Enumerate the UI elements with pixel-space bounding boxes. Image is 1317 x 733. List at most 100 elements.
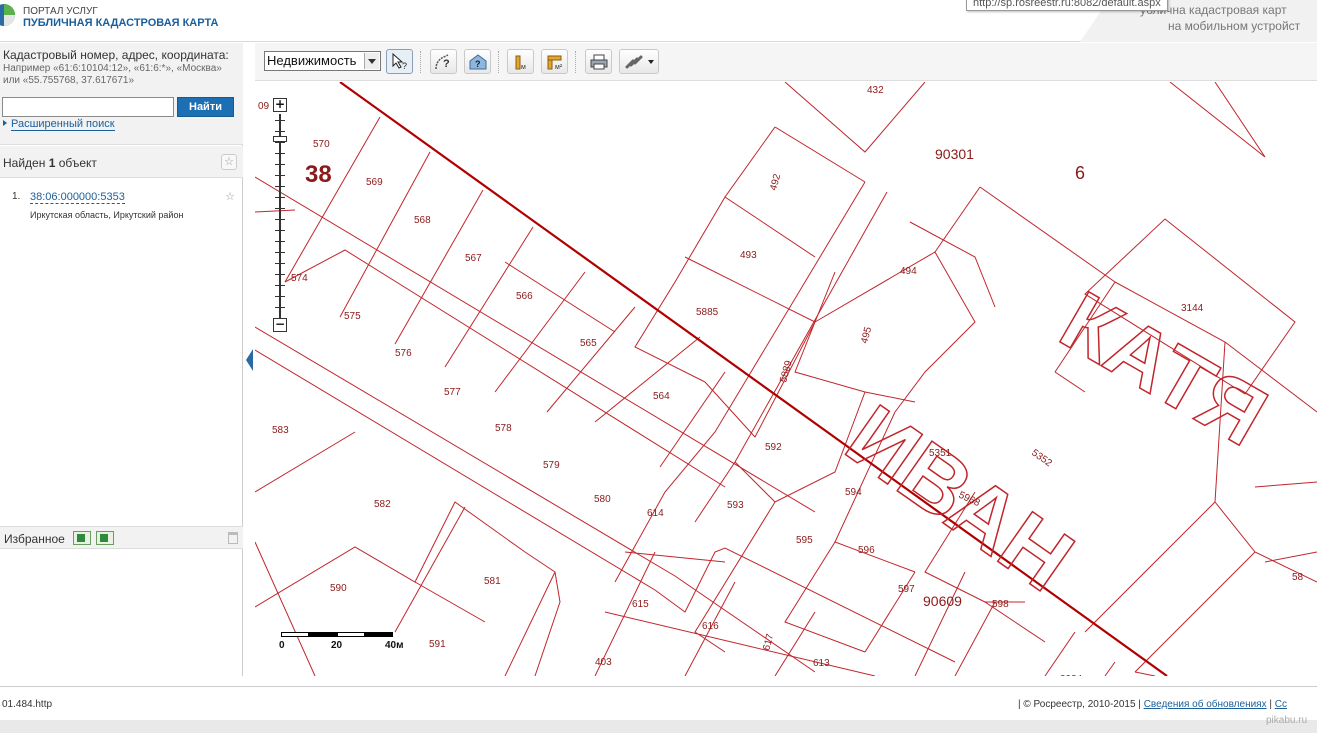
parcel-label: 432 [867,85,884,96]
mobile-banner-line2[interactable]: на мобильном устройст [1168,19,1300,33]
parcel-label: 580 [594,494,611,505]
zoom-in-button[interactable]: + [273,98,287,112]
parcel-label: 576 [395,348,412,359]
footer-status: 01.484.http [2,699,53,710]
zoom-tick [275,230,285,231]
area-ruler-icon: м² [547,55,563,71]
svg-text:м²: м² [555,64,563,71]
zoom-track[interactable] [279,114,281,318]
quarter-label: 90609 [923,593,962,609]
katya-lettering: КАТЯ [1045,272,1283,464]
portal-logo-icon[interactable] [0,3,16,27]
parcel-label: 495 [859,325,874,344]
drawn-text-katya: КАТЯ [1046,273,1282,464]
zoom-tick [275,252,285,253]
zoom-slider[interactable]: + − [271,98,289,334]
toolbar-separator [575,51,576,73]
parcel-label: 590 [330,583,347,594]
zoom-tick [275,219,285,220]
zoom-tick [275,208,285,209]
parcel-label: 566 [516,291,533,302]
parcel-label: 615 [632,599,649,610]
result-cadastral-link[interactable]: 38:06:000000:5353 [30,191,125,204]
parcel-label: 577 [444,387,461,398]
parcel-label: 492 [768,172,783,191]
link-button[interactable] [619,49,659,74]
info-tool-button[interactable]: ? [430,49,457,74]
zoom-tick [275,186,285,187]
zoom-out-button[interactable]: − [273,318,287,332]
cursor-question-icon: ? [392,53,407,71]
identify-button[interactable]: ? [386,49,413,74]
copyright: | © Росреестр, 2010-2015 | [1018,699,1141,710]
parcel-label: 564 [653,391,670,402]
collapse-panel-handle[interactable] [244,347,255,373]
advanced-search-link[interactable]: Расширенный поиск [3,118,115,131]
house-question-icon: ? [469,54,487,70]
svg-text:?: ? [443,58,450,70]
parcel-label: 597 [898,584,915,595]
portal-subtitle[interactable]: ПУБЛИЧНАЯ КАДАСТРОВАЯ КАРТА [23,17,218,29]
star-icon[interactable]: ☆ [222,190,238,206]
zoom-tick [275,307,285,308]
excel-export-icon[interactable] [96,531,114,545]
advanced-search-label: Расширенный поиск [11,118,115,131]
map-canvas[interactable]: КАТЯ ИВАН 432 570 569 568 567 566 565 564 574 575… [255,82,1317,676]
parcel-label: 583 [272,425,289,436]
scale-segment [281,632,309,637]
building-info-button[interactable]: ? [464,49,491,74]
zoom-tick [275,285,285,286]
search-label: Кадастровый номер, адрес, координата: [3,48,229,62]
cadastral-map[interactable]: КАТЯ ИВАН 432570569568567566565564574575… [255,82,1317,676]
trash-icon[interactable] [228,532,238,544]
parcel-label: 594 [845,487,862,498]
parcel-label: 581 [484,576,501,587]
map-toolbar: Недвижимость ? ? ? м м² [255,43,1317,81]
quarter-label: 90301 [935,146,974,162]
layer-select[interactable]: Недвижимость [264,51,381,71]
measure-area-button[interactable]: м² [541,49,568,74]
find-button[interactable]: Найти [177,97,234,117]
scale-bar: 0 20 40м [279,632,404,654]
excel-import-icon[interactable] [73,531,91,545]
result-number: 1. [12,191,21,202]
zoom-tick [275,197,285,198]
parcel-label: 5352 [1029,447,1054,469]
watermark: pikabu.ru [1266,715,1308,726]
zoom-tick [275,120,285,121]
result-address: Иркутская область, Иркутский район [30,210,184,220]
list-item[interactable]: 1. 38:06:000000:5353 Иркутская область, … [0,186,243,226]
zoom-tick [275,175,285,176]
scale-segment [337,632,365,637]
parcel-label: 582 [374,499,391,510]
portal-title: ПОРТАЛ УСЛУГ [23,6,98,17]
zoom-tick [275,263,285,264]
measure-distance-button[interactable]: м [507,49,534,74]
zoom-tick [275,142,285,143]
triangle-right-icon [3,120,7,126]
parcel-label: 3934 [1060,674,1083,676]
printer-icon [590,54,608,70]
zoom-handle[interactable] [273,136,287,142]
star-icon[interactable]: ☆ [221,154,237,170]
toolbar-separator [420,51,421,73]
parcel-label: 565 [580,338,597,349]
parcel-label: 3144 [1181,303,1204,314]
footer-link-partial[interactable]: Сс [1275,699,1287,710]
chain-link-icon [625,55,654,69]
parcel-label: 617 [761,632,776,651]
zoom-tick [275,296,285,297]
parcel-label: 567 [465,253,482,264]
search-panel: Кадастровый номер, адрес, координата: На… [0,43,243,145]
parcel-label: 5889 [778,359,794,384]
layer-select-value: Недвижимость [267,53,357,68]
header: ПОРТАЛ УСЛУГ ПУБЛИЧНАЯ КАДАСТРОВАЯ КАРТА… [0,0,1317,42]
url-tooltip: http://sp.rosreestr.ru:8082/default.aspx [966,0,1168,11]
svg-text:?: ? [402,61,407,71]
updates-link[interactable]: Сведения об обновлениях [1144,699,1267,710]
scale-label: 20 [331,640,343,651]
favorites-label: Избранное [4,532,65,546]
print-button[interactable] [585,49,612,74]
search-hint: Например «61:6:10104:12», «61:6:*», «Мос… [3,63,222,86]
search-input[interactable] [2,97,174,117]
